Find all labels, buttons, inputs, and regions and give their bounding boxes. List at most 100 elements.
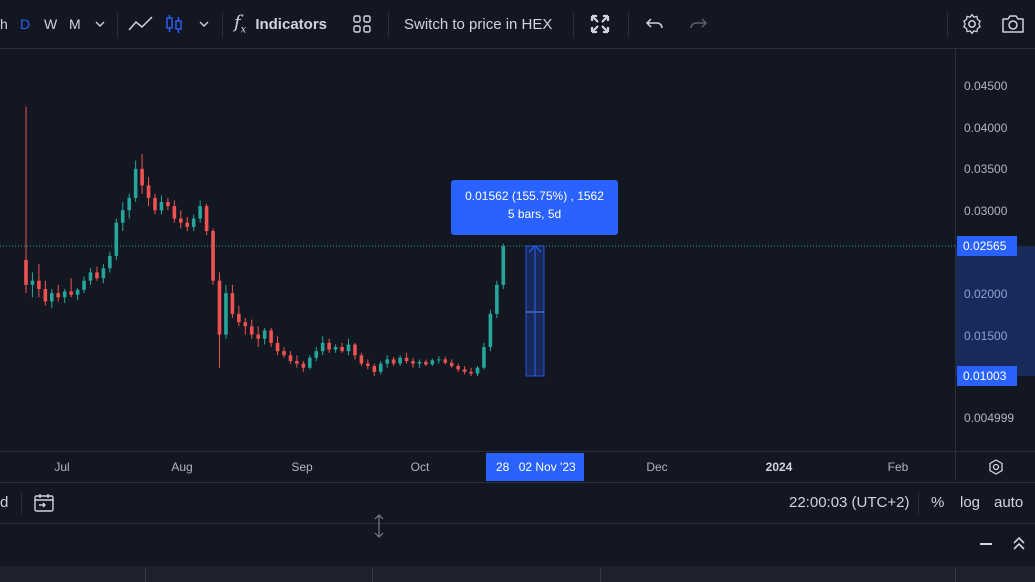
crosshair-partial-label: 28 — [496, 460, 510, 474]
candle-body — [437, 359, 441, 361]
candle-body — [456, 366, 460, 370]
candle-body — [140, 168, 144, 186]
y-tick-label: 0.004999 — [964, 411, 1015, 425]
minimize-panel-button[interactable] — [978, 536, 994, 557]
candle-body — [391, 359, 396, 364]
candle-body — [166, 202, 170, 207]
y-tick-label: 0.04500 — [964, 79, 1008, 93]
date-range-partial-label[interactable]: d — [0, 494, 8, 511]
candle-body — [88, 272, 93, 281]
candle-body — [282, 351, 286, 356]
candles-group — [24, 106, 506, 376]
indicators-button[interactable]: fx Indicators — [234, 0, 327, 48]
interval-w-button[interactable]: W — [44, 0, 57, 48]
candle-body — [320, 342, 325, 352]
candle-body — [50, 293, 54, 302]
percent-scale-toggle[interactable]: % — [931, 494, 944, 511]
column-divider — [955, 568, 956, 582]
auto-scale-toggle[interactable]: auto — [994, 494, 1023, 511]
x-tick-label: Jul — [54, 460, 70, 474]
candle-body — [488, 313, 493, 347]
x-tick-label: Feb — [887, 460, 909, 474]
candle-body — [43, 289, 48, 302]
candle-body — [133, 168, 138, 198]
candle-body — [185, 222, 190, 227]
candle-body — [256, 334, 260, 339]
candle-body — [75, 289, 80, 295]
candle-body — [346, 344, 351, 352]
measure-tooltip: 0.01562 (155.75%) , 1562 5 bars, 5d — [451, 180, 618, 235]
candle-body — [482, 347, 486, 368]
axis-settings-button[interactable] — [955, 451, 1035, 481]
candle-body — [114, 222, 119, 256]
top-toolbar: h D W M fx Indicators Switch to price in… — [0, 0, 1035, 49]
clock-timezone[interactable]: 22:00:03 (UTC+2) — [789, 494, 909, 511]
x-tick-label: Sep — [291, 460, 313, 474]
interval-h-button[interactable]: h — [0, 0, 12, 48]
candle-body — [108, 255, 112, 269]
layouts-icon — [353, 15, 371, 33]
candle-body — [191, 218, 196, 227]
undo-button[interactable] — [645, 0, 665, 48]
chart-pane[interactable]: 0.01562 (155.75%) , 1562 5 bars, 5d — [0, 49, 955, 451]
switch-price-button[interactable]: Switch to price in HEX — [404, 0, 552, 48]
toolbar-divider — [573, 12, 574, 38]
toolbar-divider — [918, 492, 919, 514]
candle-body — [62, 291, 67, 298]
maximize-panel-button[interactable] — [1011, 534, 1027, 557]
candles-icon — [166, 15, 182, 33]
redo-button[interactable] — [688, 0, 708, 48]
candle-body — [295, 361, 299, 364]
toolbar-divider — [222, 12, 223, 38]
candle-body — [146, 185, 151, 198]
log-scale-toggle[interactable]: log — [960, 494, 980, 511]
chart-type-dropdown[interactable] — [198, 0, 210, 48]
line-chart-button[interactable] — [128, 0, 154, 48]
axis-settings-icon — [988, 458, 1003, 475]
candle-body — [301, 363, 306, 368]
candle-body — [101, 268, 106, 279]
candle-body — [308, 357, 312, 368]
price-axis[interactable]: 0.04500 0.04000 0.03500 0.03000 0.02000 … — [955, 49, 1035, 451]
time-axis[interactable]: Jul Aug Sep Oct 28 02 Nov '23 Dec 2024 F… — [0, 451, 955, 481]
interval-m-button[interactable]: M — [69, 0, 81, 48]
current-price-label: 0.02565 — [957, 236, 1017, 256]
layouts-button[interactable] — [352, 0, 372, 48]
candle-body — [430, 360, 435, 365]
measure-axis-highlight — [956, 246, 1035, 376]
candle-body — [30, 280, 35, 285]
candle-body — [262, 330, 267, 339]
chevron-down-icon — [95, 21, 105, 27]
candle-body — [179, 218, 183, 223]
candle-body — [372, 366, 377, 372]
candlestick-chart — [0, 106, 955, 377]
goto-date-button[interactable] — [33, 492, 55, 519]
candle-body — [327, 342, 331, 350]
range-low-label: 0.01003 — [957, 366, 1017, 386]
x-tick-label: Aug — [171, 460, 193, 474]
x-tick-label: 2024 — [765, 460, 793, 474]
candle-body — [475, 367, 480, 374]
line-chart-icon — [128, 16, 153, 31]
y-tick-label: 0.03500 — [964, 162, 1008, 176]
candle-body — [224, 293, 228, 335]
x-tick-label: Dec — [646, 460, 668, 474]
fullscreen-icon — [590, 14, 610, 34]
candle-body — [211, 231, 215, 281]
candle-body — [417, 361, 422, 364]
panel-resize-handle[interactable] — [372, 513, 386, 544]
redo-icon — [690, 18, 708, 29]
candles-button[interactable] — [164, 0, 184, 48]
interval-d-button[interactable]: D — [20, 0, 30, 48]
screenshot-button[interactable] — [1001, 0, 1025, 48]
candle-body — [204, 206, 209, 231]
fullscreen-button[interactable] — [590, 0, 610, 48]
candle-body — [366, 363, 370, 367]
settings-button[interactable] — [961, 0, 983, 48]
candle-body — [172, 206, 177, 219]
minimize-icon — [980, 543, 992, 545]
interval-dropdown[interactable] — [94, 0, 106, 48]
candle-body — [501, 246, 506, 285]
undo-icon — [645, 18, 663, 29]
candle-body — [385, 359, 389, 364]
